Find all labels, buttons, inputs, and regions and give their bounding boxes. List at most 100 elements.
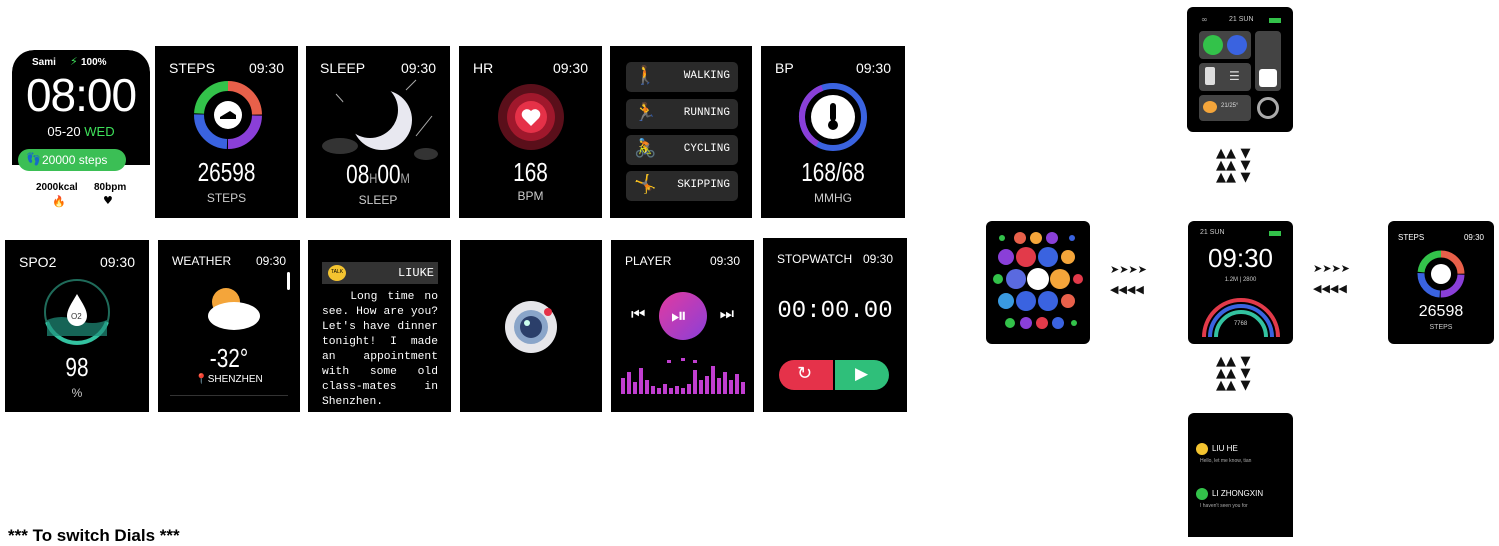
player-title: PLAYER bbox=[625, 254, 672, 268]
chat-icon bbox=[1196, 488, 1208, 500]
steps-value: 26598 bbox=[197, 157, 256, 187]
dial-label: 7768 bbox=[1233, 321, 1248, 327]
bp-screen[interactable]: BP 09:30 168/68 MMHG bbox=[761, 46, 905, 218]
sport-cycling[interactable]: 🚴 CYCLING bbox=[626, 135, 738, 165]
dial-date: 21 SUN bbox=[1200, 229, 1225, 236]
steps-time: 09:30 bbox=[248, 60, 284, 76]
notification-name: LIU HE bbox=[1212, 444, 1238, 453]
camera-screen[interactable] bbox=[460, 240, 602, 412]
moon-toggle-icon[interactable] bbox=[1203, 35, 1223, 55]
battery-icon: ⚡ bbox=[70, 55, 78, 68]
steps-screen[interactable]: STEPS 09:30 26598 STEPS bbox=[155, 46, 298, 218]
steps-pill: 👣 20000 steps bbox=[18, 149, 126, 171]
notification-item[interactable]: LIU HE Hello, let me know, tian bbox=[1196, 443, 1288, 473]
heart-pulse-icon bbox=[498, 84, 564, 150]
bp-time: 09:30 bbox=[855, 60, 891, 76]
globe-icon[interactable] bbox=[1227, 35, 1247, 55]
cycling-icon: 🚴 bbox=[634, 138, 657, 159]
weather-temp: -32° bbox=[209, 343, 249, 373]
sleep-h: H bbox=[369, 170, 378, 186]
menu-icon[interactable]: ☰ bbox=[1229, 69, 1240, 83]
partly-cloudy-icon bbox=[208, 288, 260, 330]
notification-name: LI ZHONGXIN bbox=[1212, 489, 1264, 498]
hr-title: HR bbox=[473, 60, 494, 76]
sleep-screen[interactable]: SLEEP 09:30 08H00M SLEEP bbox=[306, 46, 450, 218]
stopwatch-value: 00:00.00 bbox=[777, 298, 893, 325]
sleep-minutes: 00 bbox=[377, 159, 401, 189]
right-dial-value: 26598 bbox=[1418, 303, 1464, 320]
talk-badge: TALK bbox=[331, 269, 344, 275]
sport-running[interactable]: 🏃 RUNNING bbox=[626, 99, 738, 129]
heart-icon: ♥ bbox=[103, 194, 113, 207]
spo2-unit: % bbox=[71, 386, 83, 400]
caption: *** To switch Dials *** bbox=[8, 526, 180, 545]
steps-title: STEPS bbox=[169, 60, 215, 76]
camera-icon[interactable] bbox=[504, 300, 558, 354]
right-dial-unit: STEPS bbox=[1429, 324, 1453, 331]
hr-screen[interactable]: HR 09:30 168 BPM bbox=[459, 46, 602, 218]
next-icon[interactable]: ⏭ bbox=[720, 304, 734, 324]
spo2-title: SPO2 bbox=[19, 254, 57, 270]
sport-walking[interactable]: 🚶 WALKING bbox=[626, 62, 738, 92]
moon-icon bbox=[322, 79, 438, 160]
player-time: 09:30 bbox=[709, 254, 740, 268]
flashlight-icon[interactable] bbox=[1205, 67, 1215, 85]
brightness-icon[interactable] bbox=[1259, 69, 1277, 87]
location-pin-icon: 📍 bbox=[195, 374, 208, 385]
arrows-left: ◀◀◀◀ bbox=[1313, 282, 1347, 295]
sport-skipping[interactable]: 🤸 SKIPPING bbox=[626, 171, 738, 201]
sports-screen[interactable]: 🚶 WALKING 🏃 RUNNING 🚴 CYCLING 🤸 SKIPPING bbox=[610, 46, 752, 218]
flame-icon: 🔥 bbox=[52, 195, 66, 208]
notifications-panel[interactable]: LIU HE Hello, let me know, tian LI ZHONG… bbox=[1188, 413, 1293, 537]
message-sender: LIUKE bbox=[397, 266, 434, 280]
stopwatch-time: 09:30 bbox=[862, 252, 893, 266]
start-button[interactable]: ▶ bbox=[835, 360, 889, 390]
home-dial-screen[interactable]: Sami ⚡ 100% 08:00 05-20 WED 👣 20000 step… bbox=[12, 50, 150, 211]
stopwatch-screen[interactable]: STOPWATCH 09:30 00:00.00 ↻ ▶ bbox=[763, 238, 907, 412]
hr-time: 09:30 bbox=[552, 60, 588, 76]
player-screen[interactable]: PLAYER 09:30 ⏮ ⏯ ⏭ bbox=[611, 240, 754, 412]
bp-unit: MMHG bbox=[814, 191, 852, 205]
spo2-screen[interactable]: SPO2 09:30 O2 98 % bbox=[5, 240, 149, 412]
swipe-left-right-arrows-right: ➤➤➤➤ ◀◀◀◀ bbox=[1313, 259, 1350, 299]
right-dial-time: 09:30 bbox=[1463, 233, 1484, 242]
weather-city: SHENZHEN bbox=[207, 374, 263, 385]
swipe-up-down-arrows-bottom: ▲▲ ▼ ▲▲ ▼ ▲▲ ▼ bbox=[1216, 354, 1251, 393]
app-grid-panel[interactable] bbox=[986, 221, 1090, 344]
hr-value: 168 bbox=[513, 157, 548, 187]
battery-icon bbox=[1269, 231, 1281, 236]
steps-dial-panel[interactable]: STEPS 09:30 26598 STEPS bbox=[1388, 221, 1494, 344]
notification-item[interactable]: LI ZHONGXIN I haven't seen you for bbox=[1196, 488, 1288, 518]
link-icon: ∞ bbox=[1201, 15, 1208, 24]
settings-icon[interactable] bbox=[1257, 97, 1279, 119]
arrows-left: ◀◀◀◀ bbox=[1110, 283, 1144, 296]
previous-icon[interactable]: ⏮ bbox=[631, 304, 645, 324]
divider bbox=[170, 395, 288, 396]
home-weekday: WED bbox=[84, 124, 115, 139]
home-time: 08:00 bbox=[25, 69, 137, 121]
notification-text: Hello, let me know, tian bbox=[1200, 458, 1252, 464]
battery-level: 100% bbox=[81, 57, 107, 68]
sleep-title: SLEEP bbox=[320, 60, 366, 76]
center-dial-screen[interactable]: 21 SUN 09:30 1.2M | 2800 7768 bbox=[1188, 221, 1293, 344]
dial-time: 09:30 bbox=[1207, 243, 1274, 273]
bp-value: 168/68 bbox=[801, 157, 865, 187]
message-body: Long time no see. How are you? Let's hav… bbox=[322, 291, 438, 408]
sleep-unit: SLEEP bbox=[358, 193, 398, 207]
footprint-icon: 👣 bbox=[26, 152, 41, 166]
battery-icon bbox=[1269, 18, 1281, 23]
sport-label: RUNNING bbox=[683, 107, 730, 119]
control-center-panel[interactable]: ∞ 21 SUN ☰ 21/25° bbox=[1187, 7, 1293, 132]
bp-title: BP bbox=[775, 60, 794, 76]
arrows-right: ➤➤➤➤ bbox=[1110, 263, 1147, 276]
activity-arcs bbox=[1202, 298, 1280, 338]
hr-unit: BPM bbox=[517, 189, 544, 203]
chat-icon bbox=[1196, 443, 1208, 455]
message-header: TALK LIUKE bbox=[322, 262, 438, 284]
weather-screen[interactable]: WEATHER 09:30 -32° 📍SHENZHEN bbox=[158, 240, 300, 412]
reset-button[interactable]: ↻ bbox=[779, 360, 833, 390]
message-screen[interactable]: TALK LIUKE Long time no see. How are you… bbox=[308, 240, 451, 412]
play-pause-button[interactable]: ⏯ bbox=[659, 292, 707, 340]
play-pause-icon: ⏯ bbox=[671, 303, 687, 327]
spo2-time: 09:30 bbox=[99, 254, 135, 270]
